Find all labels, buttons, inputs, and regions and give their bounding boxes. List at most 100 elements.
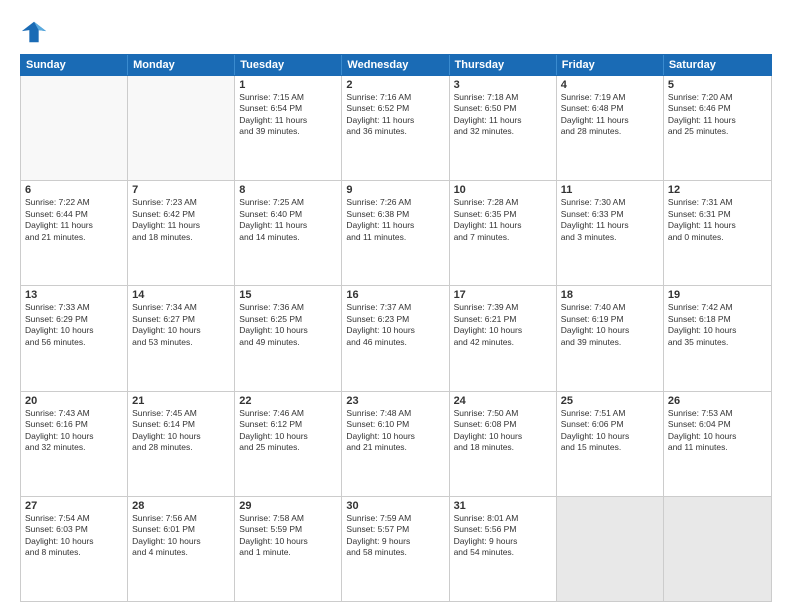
- calendar-cell: 18Sunrise: 7:40 AM Sunset: 6:19 PM Dayli…: [557, 286, 664, 390]
- cell-info: Sunrise: 7:50 AM Sunset: 6:08 PM Dayligh…: [454, 408, 552, 454]
- calendar-cell: 22Sunrise: 7:46 AM Sunset: 6:12 PM Dayli…: [235, 392, 342, 496]
- header: [20, 18, 772, 46]
- day-number: 13: [25, 289, 123, 301]
- calendar-cell: 1Sunrise: 7:15 AM Sunset: 6:54 PM Daylig…: [235, 76, 342, 180]
- day-number: 22: [239, 395, 337, 407]
- day-number: 27: [25, 500, 123, 512]
- day-number: 12: [668, 184, 767, 196]
- day-number: 31: [454, 500, 552, 512]
- calendar-row: 6Sunrise: 7:22 AM Sunset: 6:44 PM Daylig…: [21, 180, 771, 285]
- calendar-row: 20Sunrise: 7:43 AM Sunset: 6:16 PM Dayli…: [21, 391, 771, 496]
- day-number: 6: [25, 184, 123, 196]
- cell-info: Sunrise: 7:18 AM Sunset: 6:50 PM Dayligh…: [454, 92, 552, 138]
- cell-info: Sunrise: 7:56 AM Sunset: 6:01 PM Dayligh…: [132, 513, 230, 559]
- day-of-week-header: Thursday: [450, 55, 557, 75]
- cell-info: Sunrise: 7:46 AM Sunset: 6:12 PM Dayligh…: [239, 408, 337, 454]
- calendar-cell: 15Sunrise: 7:36 AM Sunset: 6:25 PM Dayli…: [235, 286, 342, 390]
- day-number: 5: [668, 79, 767, 91]
- cell-info: Sunrise: 7:26 AM Sunset: 6:38 PM Dayligh…: [346, 197, 444, 243]
- calendar-cell: 20Sunrise: 7:43 AM Sunset: 6:16 PM Dayli…: [21, 392, 128, 496]
- day-of-week-header: Tuesday: [235, 55, 342, 75]
- calendar-cell: 2Sunrise: 7:16 AM Sunset: 6:52 PM Daylig…: [342, 76, 449, 180]
- calendar-cell: 19Sunrise: 7:42 AM Sunset: 6:18 PM Dayli…: [664, 286, 771, 390]
- cell-info: Sunrise: 7:30 AM Sunset: 6:33 PM Dayligh…: [561, 197, 659, 243]
- calendar-cell: 28Sunrise: 7:56 AM Sunset: 6:01 PM Dayli…: [128, 497, 235, 601]
- day-number: 9: [346, 184, 444, 196]
- day-number: 20: [25, 395, 123, 407]
- calendar-row: 13Sunrise: 7:33 AM Sunset: 6:29 PM Dayli…: [21, 285, 771, 390]
- day-of-week-header: Sunday: [21, 55, 128, 75]
- cell-info: Sunrise: 7:58 AM Sunset: 5:59 PM Dayligh…: [239, 513, 337, 559]
- day-number: 2: [346, 79, 444, 91]
- cell-info: Sunrise: 7:53 AM Sunset: 6:04 PM Dayligh…: [668, 408, 767, 454]
- calendar-cell: 26Sunrise: 7:53 AM Sunset: 6:04 PM Dayli…: [664, 392, 771, 496]
- day-number: 11: [561, 184, 659, 196]
- day-of-week-header: Wednesday: [342, 55, 449, 75]
- calendar-cell: 4Sunrise: 7:19 AM Sunset: 6:48 PM Daylig…: [557, 76, 664, 180]
- calendar-cell: 6Sunrise: 7:22 AM Sunset: 6:44 PM Daylig…: [21, 181, 128, 285]
- cell-info: Sunrise: 7:51 AM Sunset: 6:06 PM Dayligh…: [561, 408, 659, 454]
- cell-info: Sunrise: 7:59 AM Sunset: 5:57 PM Dayligh…: [346, 513, 444, 559]
- cell-info: Sunrise: 7:19 AM Sunset: 6:48 PM Dayligh…: [561, 92, 659, 138]
- day-number: 21: [132, 395, 230, 407]
- cell-info: Sunrise: 7:45 AM Sunset: 6:14 PM Dayligh…: [132, 408, 230, 454]
- cell-info: Sunrise: 7:16 AM Sunset: 6:52 PM Dayligh…: [346, 92, 444, 138]
- calendar-cell: 3Sunrise: 7:18 AM Sunset: 6:50 PM Daylig…: [450, 76, 557, 180]
- day-number: 16: [346, 289, 444, 301]
- calendar-cell: 25Sunrise: 7:51 AM Sunset: 6:06 PM Dayli…: [557, 392, 664, 496]
- day-number: 14: [132, 289, 230, 301]
- day-of-week-header: Friday: [557, 55, 664, 75]
- day-of-week-header: Saturday: [664, 55, 771, 75]
- calendar-body: 1Sunrise: 7:15 AM Sunset: 6:54 PM Daylig…: [20, 76, 772, 602]
- cell-info: Sunrise: 7:48 AM Sunset: 6:10 PM Dayligh…: [346, 408, 444, 454]
- calendar-cell: 9Sunrise: 7:26 AM Sunset: 6:38 PM Daylig…: [342, 181, 449, 285]
- calendar-cell: 5Sunrise: 7:20 AM Sunset: 6:46 PM Daylig…: [664, 76, 771, 180]
- day-number: 29: [239, 500, 337, 512]
- day-number: 19: [668, 289, 767, 301]
- calendar-cell: 29Sunrise: 7:58 AM Sunset: 5:59 PM Dayli…: [235, 497, 342, 601]
- calendar-cell: [21, 76, 128, 180]
- calendar-row: 1Sunrise: 7:15 AM Sunset: 6:54 PM Daylig…: [21, 76, 771, 180]
- calendar-cell: 31Sunrise: 8:01 AM Sunset: 5:56 PM Dayli…: [450, 497, 557, 601]
- cell-info: Sunrise: 7:28 AM Sunset: 6:35 PM Dayligh…: [454, 197, 552, 243]
- cell-info: Sunrise: 7:25 AM Sunset: 6:40 PM Dayligh…: [239, 197, 337, 243]
- calendar-cell: [557, 497, 664, 601]
- day-of-week-header: Monday: [128, 55, 235, 75]
- calendar-cell: 23Sunrise: 7:48 AM Sunset: 6:10 PM Dayli…: [342, 392, 449, 496]
- calendar-cell: [664, 497, 771, 601]
- cell-info: Sunrise: 7:40 AM Sunset: 6:19 PM Dayligh…: [561, 302, 659, 348]
- calendar-cell: 7Sunrise: 7:23 AM Sunset: 6:42 PM Daylig…: [128, 181, 235, 285]
- day-number: 28: [132, 500, 230, 512]
- logo-icon: [20, 18, 48, 46]
- cell-info: Sunrise: 7:37 AM Sunset: 6:23 PM Dayligh…: [346, 302, 444, 348]
- calendar-cell: 24Sunrise: 7:50 AM Sunset: 6:08 PM Dayli…: [450, 392, 557, 496]
- cell-info: Sunrise: 8:01 AM Sunset: 5:56 PM Dayligh…: [454, 513, 552, 559]
- day-number: 18: [561, 289, 659, 301]
- cell-info: Sunrise: 7:33 AM Sunset: 6:29 PM Dayligh…: [25, 302, 123, 348]
- cell-info: Sunrise: 7:43 AM Sunset: 6:16 PM Dayligh…: [25, 408, 123, 454]
- day-number: 8: [239, 184, 337, 196]
- calendar-cell: 17Sunrise: 7:39 AM Sunset: 6:21 PM Dayli…: [450, 286, 557, 390]
- day-number: 24: [454, 395, 552, 407]
- calendar-cell: 13Sunrise: 7:33 AM Sunset: 6:29 PM Dayli…: [21, 286, 128, 390]
- cell-info: Sunrise: 7:36 AM Sunset: 6:25 PM Dayligh…: [239, 302, 337, 348]
- day-number: 7: [132, 184, 230, 196]
- day-number: 1: [239, 79, 337, 91]
- day-number: 3: [454, 79, 552, 91]
- logo: [20, 18, 50, 46]
- day-number: 25: [561, 395, 659, 407]
- calendar-cell: 8Sunrise: 7:25 AM Sunset: 6:40 PM Daylig…: [235, 181, 342, 285]
- calendar-cell: 12Sunrise: 7:31 AM Sunset: 6:31 PM Dayli…: [664, 181, 771, 285]
- cell-info: Sunrise: 7:42 AM Sunset: 6:18 PM Dayligh…: [668, 302, 767, 348]
- calendar-header: SundayMondayTuesdayWednesdayThursdayFrid…: [20, 54, 772, 76]
- day-number: 15: [239, 289, 337, 301]
- cell-info: Sunrise: 7:15 AM Sunset: 6:54 PM Dayligh…: [239, 92, 337, 138]
- cell-info: Sunrise: 7:22 AM Sunset: 6:44 PM Dayligh…: [25, 197, 123, 243]
- calendar-cell: 10Sunrise: 7:28 AM Sunset: 6:35 PM Dayli…: [450, 181, 557, 285]
- cell-info: Sunrise: 7:39 AM Sunset: 6:21 PM Dayligh…: [454, 302, 552, 348]
- calendar-cell: 30Sunrise: 7:59 AM Sunset: 5:57 PM Dayli…: [342, 497, 449, 601]
- cell-info: Sunrise: 7:54 AM Sunset: 6:03 PM Dayligh…: [25, 513, 123, 559]
- day-number: 23: [346, 395, 444, 407]
- calendar-cell: 27Sunrise: 7:54 AM Sunset: 6:03 PM Dayli…: [21, 497, 128, 601]
- cell-info: Sunrise: 7:20 AM Sunset: 6:46 PM Dayligh…: [668, 92, 767, 138]
